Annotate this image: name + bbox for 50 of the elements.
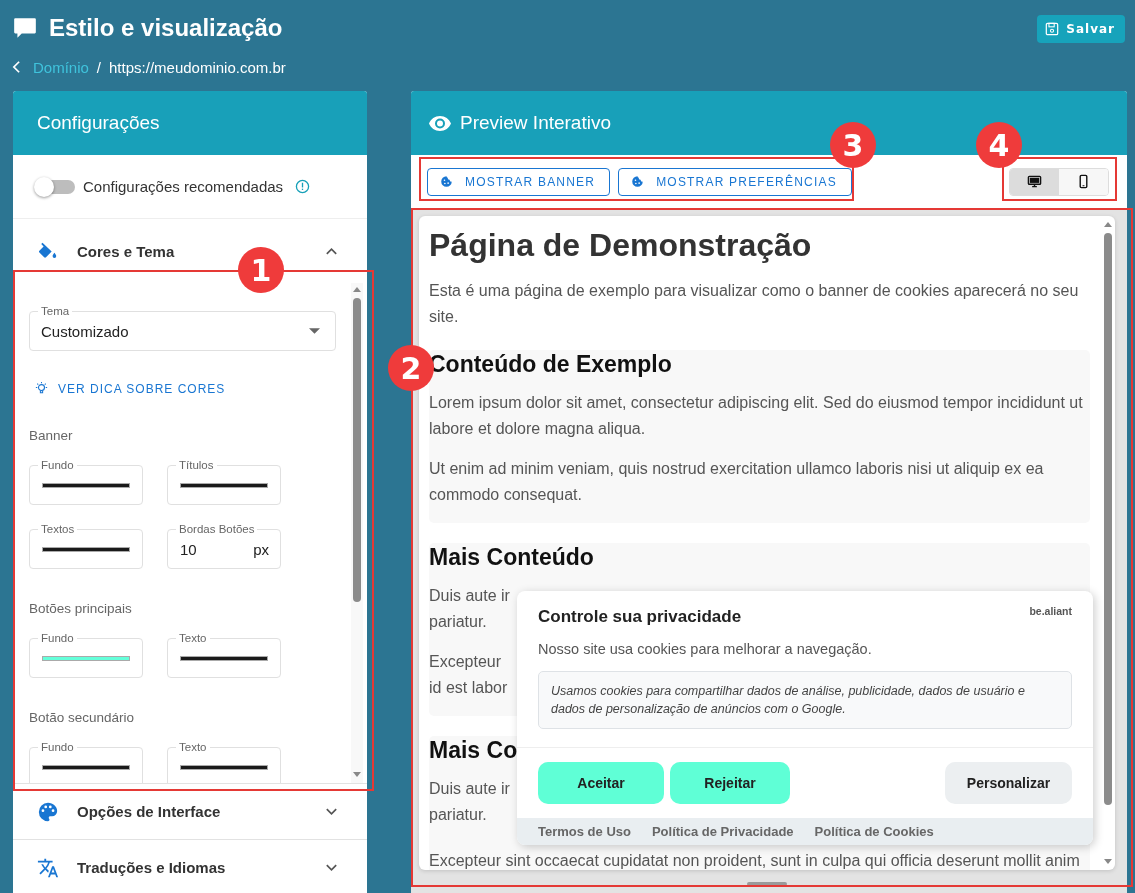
group-title: Botões principais (29, 601, 133, 616)
dropdown-arrow-icon (309, 328, 320, 334)
toggle-label: Configurações recomendadas (83, 178, 284, 195)
group-title: Banner (29, 428, 74, 443)
scrollbar[interactable] (351, 283, 363, 783)
banner-button[interactable]: Rejeitar (670, 762, 790, 804)
banner-text: Nosso site usa cookies para melhorar a navegação. (538, 641, 873, 657)
breadcrumb-current: https://meudominio.com.br (109, 58, 286, 76)
panel-title: Configurações (37, 112, 160, 134)
toggle-switch[interactable] (35, 179, 75, 194)
resize-handle[interactable] (747, 882, 787, 886)
page-title: Estilo e visualização (49, 14, 284, 42)
info-icon[interactable] (295, 179, 311, 194)
mobile-view-button[interactable] (1059, 168, 1108, 195)
footer-link[interactable]: Termos de Uso (538, 824, 631, 839)
cookie-icon (631, 175, 645, 188)
page-heading: Página de Demonstração (429, 226, 813, 264)
paragraph: Esta é uma página de exemplo para visualizar como o banner de cookies aparecerá no seu site. (429, 281, 1080, 327)
accordion-title: Opções de Interface (77, 803, 222, 820)
palette-icon (37, 800, 59, 823)
cookie-icon (440, 175, 453, 188)
lightbulb-icon (34, 381, 49, 396)
back-chevron-icon[interactable] (12, 60, 21, 74)
banner-button[interactable]: Aceitar (538, 762, 664, 804)
paragraph: Excepteur id est labor (429, 652, 508, 698)
paragraph: Excepteur sint occaecat cupidatat non proident, sunt in culpa qui officia deserunt mollit anim (429, 851, 1080, 870)
brand-label: be.aliant (1029, 605, 1072, 617)
monitor-icon (1027, 174, 1042, 189)
banner-button[interactable]: Personalizar (945, 762, 1072, 804)
paragraph: Lorem ipsum dolor sit amet, consectetur adipiscing elit. Sed do eiusmod tempor incididunt ut labore et dolore magna aliqua. (429, 393, 1084, 439)
banner-title: Controle sua privacidade (538, 607, 742, 627)
footer-link[interactable]: Política de Cookies (814, 824, 934, 839)
section-heading: Mais Co (429, 736, 518, 764)
paragraph: Ut enim ad minim veniam, quis nostrud exercitation ullamco laboris nisi ut aliquip ex ea commodo consequat. (429, 459, 1045, 505)
translate-icon (37, 856, 59, 879)
preview-action-button[interactable]: MOSTRAR BANNER (427, 167, 611, 196)
paragraph: Duis aute ir pariatur. (429, 586, 510, 632)
panel-title: Preview Interativo (460, 112, 611, 134)
chat-bubble-icon (12, 15, 38, 41)
group-title: Botão secundário (29, 710, 136, 725)
paragraph: Duis aute ir pariatur. (429, 779, 510, 825)
footer-link[interactable]: Política de Privacidade (651, 824, 794, 839)
preview-action-button[interactable]: MOSTRAR PREFERÊNCIAS (618, 167, 852, 196)
accordion-title: Traduções e Idiomas (77, 859, 227, 876)
tip-link[interactable]: VER DICA SOBRE CORES (34, 381, 226, 396)
accordion-title: Cores e Tema (77, 242, 176, 260)
desktop-view-button[interactable] (1010, 168, 1059, 195)
notice-box: Usamos cookies para compartilhar dados de análise, publicidade, dados de usuário e dados de personalização de anúncios com o Google. (538, 671, 1072, 729)
section-heading: Mais Conteúdo (429, 543, 594, 571)
breadcrumb-separator: / (96, 58, 102, 76)
